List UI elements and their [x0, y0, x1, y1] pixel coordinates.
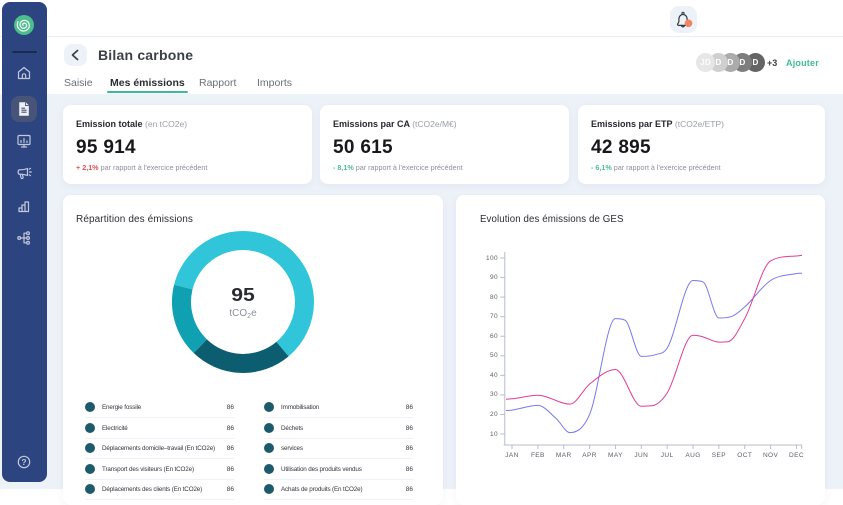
svg-text:95: 95	[231, 284, 255, 305]
svg-text:tCO2e: tCO2e	[229, 308, 257, 320]
